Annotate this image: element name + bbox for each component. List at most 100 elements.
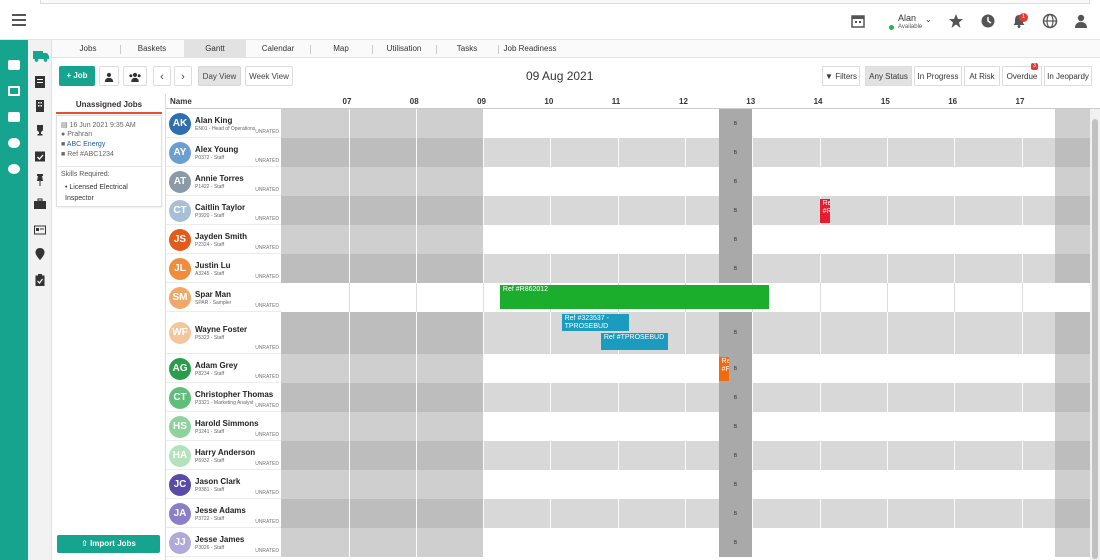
resource-name-cell[interactable]: HA Harry Anderson P6932 - Staff UNRATED: [166, 441, 281, 470]
status-in-progress-button[interactable]: In Progress: [914, 66, 962, 86]
resource-name-cell[interactable]: WF Wayne Foster P5323 - Staff UNRATED: [166, 312, 281, 354]
id-card-icon[interactable]: [34, 224, 46, 236]
settings-icon[interactable]: [8, 164, 20, 174]
vertical-scrollbar[interactable]: [1090, 109, 1100, 560]
job-customer-row[interactable]: ■ ABC Energy: [61, 141, 105, 148]
resource-name-cell[interactable]: AT Annie Torres P1422 - Staff UNRATED: [166, 167, 281, 196]
resource-timeline[interactable]: B: [281, 470, 1090, 499]
network-icon[interactable]: [8, 86, 20, 96]
resource-name-cell[interactable]: AY Alex Young P0372 - Staff UNRATED: [166, 138, 281, 167]
resource-timeline[interactable]: B: [281, 499, 1090, 528]
resource-timeline[interactable]: B: [281, 412, 1090, 441]
resource-rating: UNRATED: [255, 490, 279, 496]
team-resource-button[interactable]: [123, 66, 147, 86]
resource-timeline[interactable]: B: [281, 528, 1090, 557]
resource-timeline[interactable]: B: [281, 109, 1090, 138]
job-bar[interactable]: Ref #R862012: [499, 285, 770, 309]
day-view-button[interactable]: Day View: [198, 66, 241, 86]
add-job-button[interactable]: + Job: [59, 66, 95, 86]
resource-row: JJ Jesse James P3026 - Staff UNRATED B: [166, 528, 1090, 557]
hour-gridline: [685, 167, 686, 196]
next-day-button[interactable]: ›: [174, 66, 192, 86]
tab-gantt[interactable]: Gantt: [184, 40, 246, 58]
tab-calendar[interactable]: Calendar: [252, 40, 304, 58]
status-at-risk-button[interactable]: At Risk: [964, 66, 1000, 86]
resource-row: SM Spar Man SPAR - Sampler UNRATED Ref #R862…: [166, 283, 1090, 312]
job-customer-link[interactable]: ABC Energy: [67, 141, 106, 148]
calendar-check-icon[interactable]: [34, 150, 46, 162]
resource-name-cell[interactable]: JA Jesse Adams P3722 - Staff UNRATED: [166, 499, 281, 528]
resource-name-cell[interactable]: JC Jason Clark P9381 - Staff UNRATED: [166, 470, 281, 499]
unassigned-job-card[interactable]: ▤ 16 Jun 2021 9:35 AM ● Prahran ■ ABC En…: [56, 115, 162, 207]
resource-name-cell[interactable]: AG Adam Grey P8234 - Staff UNRATED: [166, 354, 281, 383]
tab-job-readiness[interactable]: Job Readiness: [502, 40, 558, 58]
import-jobs-button[interactable]: ⇧ Import Jobs: [57, 535, 160, 553]
resource-name-cell[interactable]: HS Harold Simmons P3241 - Staff UNRATED: [166, 412, 281, 441]
resource-timeline[interactable]: B Ref #323537 - TPROSEBUD Ref #TPROSEBUD: [281, 312, 1090, 354]
hour-gridline: [886, 138, 888, 167]
resource-timeline[interactable]: B: [281, 441, 1090, 470]
resource-name-cell[interactable]: AK Alan King EN01 - Head of Operations UNRA…: [166, 109, 281, 138]
users-icon[interactable]: [8, 138, 20, 148]
tab-map[interactable]: Map: [316, 40, 366, 58]
resource-timeline[interactable]: B: [281, 383, 1090, 412]
resource-name-cell[interactable]: CT Christopher Thomas P3321 - Marketing An…: [166, 383, 281, 412]
filters-button[interactable]: ▼ Filters: [822, 66, 860, 86]
previous-day-button[interactable]: ‹: [153, 66, 171, 86]
hour-gridline: [685, 412, 686, 441]
toolbox-icon[interactable]: [34, 198, 46, 210]
avatar: AT: [169, 171, 191, 193]
resource-name-cell[interactable]: JL Justin Lu A3245 - Staff UNRATED: [166, 254, 281, 283]
resource-timeline[interactable]: B: [281, 225, 1090, 254]
calendar-icon: ▤: [61, 122, 68, 129]
hour-gridline: [819, 254, 821, 283]
job-bar[interactable]: Ref #R: [819, 199, 830, 223]
clock-icon[interactable]: [980, 13, 996, 29]
user-icon[interactable]: [1073, 13, 1089, 29]
resource-name: Spar Man: [195, 290, 232, 299]
tab-jobs[interactable]: Jobs: [62, 40, 114, 58]
resource-timeline[interactable]: B Ref #R: [281, 196, 1090, 225]
dashboard-icon[interactable]: [8, 60, 20, 70]
tab-utilisation[interactable]: Utilisation: [378, 40, 430, 58]
calendar-icon[interactable]: [850, 13, 866, 29]
job-bar[interactable]: Ref #F: [718, 357, 729, 381]
tab-divider: [372, 45, 373, 54]
resource-timeline[interactable]: B: [281, 167, 1090, 196]
truck-icon[interactable]: [33, 50, 49, 62]
hour-gridline: [550, 412, 552, 441]
document-icon[interactable]: [34, 76, 46, 88]
menu-icon[interactable]: [12, 14, 26, 26]
single-resource-button[interactable]: [99, 66, 119, 86]
resource-name-cell[interactable]: CT Caitlin Taylor P3920 - Staff UNRATED: [166, 196, 281, 225]
status-overdue-button[interactable]: Overdue 3: [1002, 63, 1042, 86]
resource-name-cell[interactable]: JS Jayden Smith P2324 - Staff UNRATED: [166, 225, 281, 254]
job-bar[interactable]: Ref #TPROSEBUD: [600, 333, 669, 350]
resource-timeline[interactable]: Ref #R862012: [281, 283, 1090, 312]
resource-name: Justin Lu: [195, 261, 231, 270]
resource-name-cell[interactable]: JJ Jesse James P3026 - Staff UNRATED: [166, 528, 281, 557]
resource-timeline[interactable]: B: [281, 254, 1090, 283]
resource-timeline[interactable]: B Ref #F: [281, 354, 1090, 383]
resource-name-cell[interactable]: SM Spar Man SPAR - Sampler UNRATED: [166, 283, 281, 312]
status-any-button[interactable]: Any Status: [865, 66, 912, 86]
job-bar[interactable]: Ref #323537 - TPROSEBUD: [561, 314, 629, 331]
hour-gridline: [886, 312, 888, 354]
pin-icon[interactable]: [34, 174, 46, 186]
resource-timeline[interactable]: B: [281, 138, 1090, 167]
status-in-jeopardy-button[interactable]: In Jeopardy: [1044, 66, 1092, 86]
trophy-icon[interactable]: [34, 124, 46, 136]
tab-tasks[interactable]: Tasks: [442, 40, 492, 58]
week-view-button[interactable]: Week View: [245, 66, 293, 86]
clipboard-icon[interactable]: [34, 274, 46, 286]
jobs-icon[interactable]: [8, 112, 20, 122]
star-icon[interactable]: [948, 13, 964, 29]
globe-icon[interactable]: [1042, 13, 1058, 29]
tab-baskets[interactable]: Baskets: [126, 40, 178, 58]
scrollbar-thumb[interactable]: [1092, 119, 1098, 559]
map-marker-icon[interactable]: [34, 248, 46, 260]
building-icon[interactable]: [34, 100, 46, 112]
user-status-menu[interactable]: Alan Available ⌄: [884, 10, 939, 34]
resource-row: CT Christopher Thomas P3321 - Marketing An…: [166, 383, 1090, 412]
hour-gridline: [348, 354, 350, 383]
